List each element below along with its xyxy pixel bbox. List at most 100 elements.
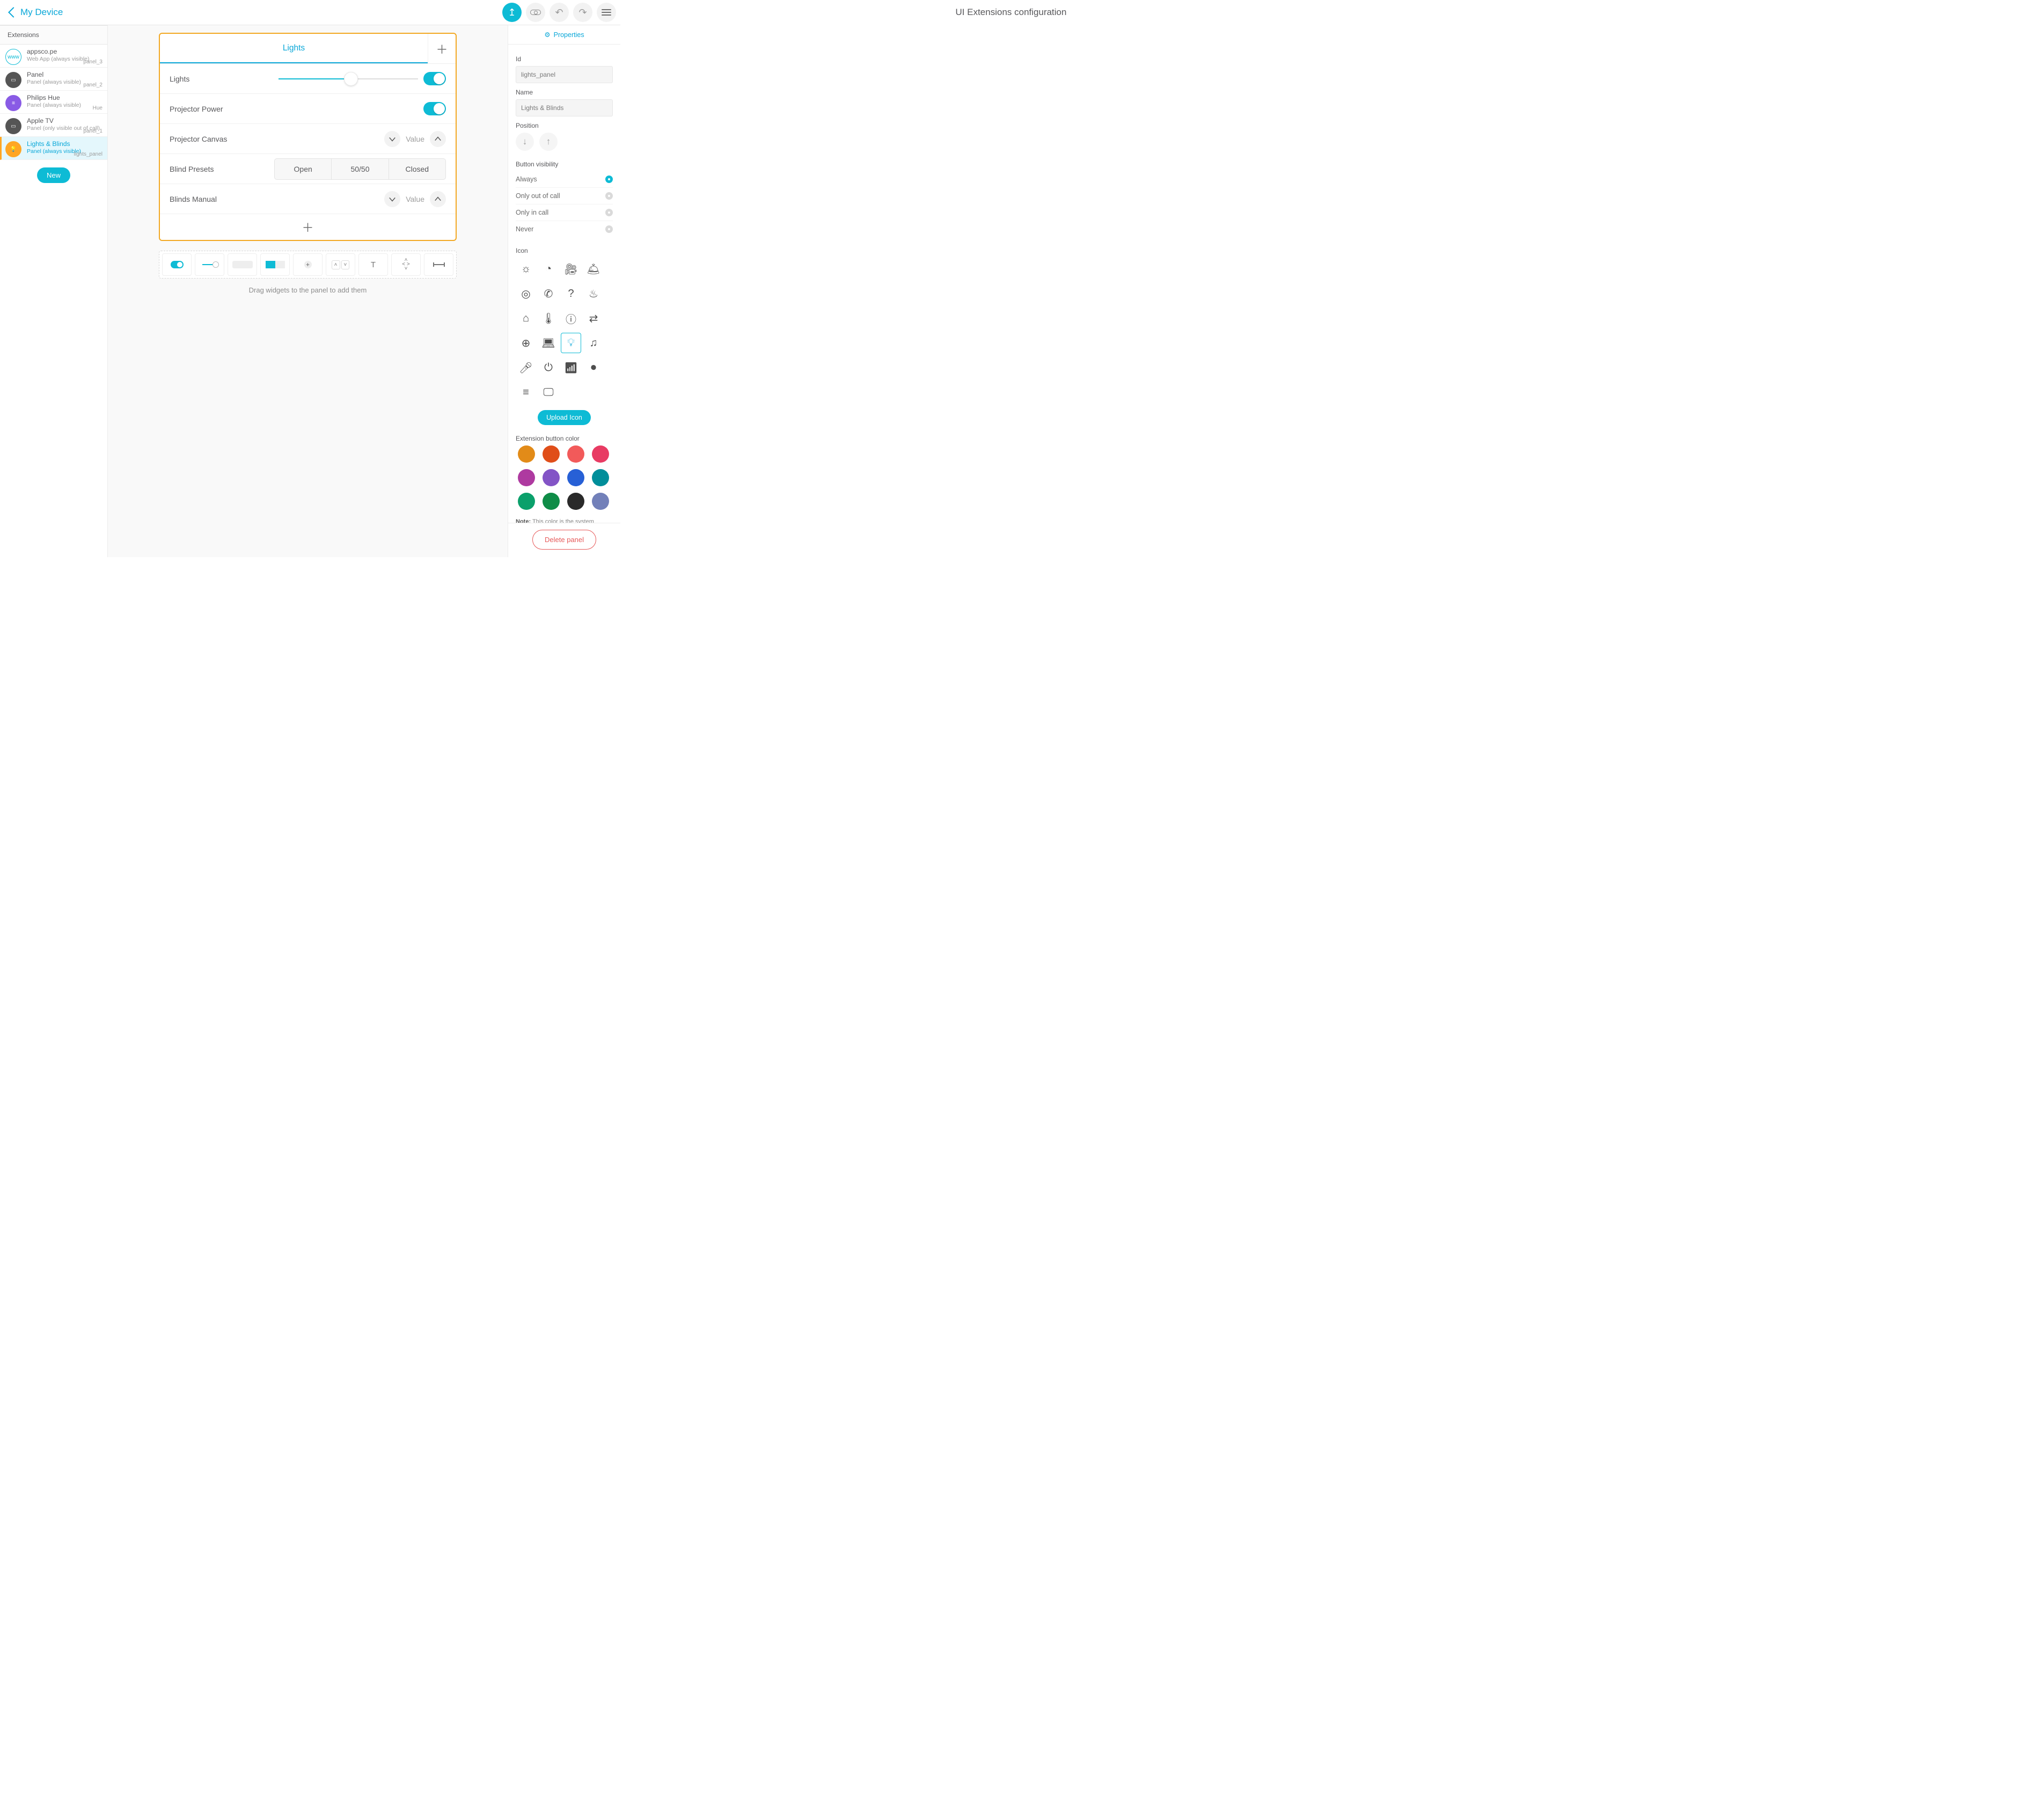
color-swatch[interactable] — [592, 493, 609, 510]
plus-icon: ＋ — [436, 40, 448, 57]
icon-option-temperature[interactable]: 🌡︎ — [538, 308, 559, 328]
color-swatch[interactable] — [518, 469, 535, 486]
back-button[interactable]: My Device — [4, 7, 63, 18]
visibility-option-always[interactable]: Always — [516, 171, 613, 187]
icon-option-concierge[interactable]: 🛎︎ — [583, 259, 604, 279]
sidebar-heading: Extensions — [0, 25, 107, 45]
color-swatch[interactable] — [518, 445, 535, 463]
menu-button[interactable] — [597, 3, 616, 22]
icon-option-lightbulb[interactable]: 💡︎ — [561, 333, 581, 353]
widget-row-group[interactable]: Blind Presets Open 50/50 Closed — [160, 154, 456, 184]
position-down-button[interactable]: ↓ — [516, 133, 534, 151]
palette-hint: Drag widgets to the panel to add them — [249, 286, 367, 294]
icon-option-clock[interactable]: ◔ — [538, 259, 559, 279]
icon-option-proximity[interactable]: 📶︎ — [561, 357, 581, 378]
icon-option-record[interactable]: ⏺︎ — [583, 357, 604, 378]
extension-item-hue[interactable]: ≡ Philips Hue Panel (always visible) Hue — [0, 91, 107, 114]
visibility-option-outcall[interactable]: Only out of call — [516, 187, 613, 204]
new-extension-button[interactable]: New — [37, 167, 70, 183]
palette-spacer[interactable] — [424, 253, 453, 276]
radio-icon — [605, 209, 613, 216]
color-swatch[interactable] — [543, 469, 560, 486]
add-tab-button[interactable]: ＋ — [428, 34, 456, 63]
extension-item-appsco[interactable]: www appsco.pe Web App (always visible) p… — [0, 45, 107, 68]
color-label: Extension button color — [516, 435, 613, 442]
color-swatch[interactable] — [567, 445, 584, 463]
row-label: Projector Canvas — [170, 135, 227, 143]
palette-toggle[interactable] — [162, 253, 192, 276]
undo-icon: ↶ — [555, 8, 563, 17]
spinner-increment[interactable] — [430, 131, 446, 147]
preview-button[interactable] — [526, 3, 545, 22]
slider-lights[interactable] — [279, 78, 418, 79]
upload-icon-button[interactable]: Upload Icon — [538, 410, 591, 425]
icon-option-input[interactable]: ⇄ — [583, 308, 604, 328]
palette-slider[interactable] — [195, 253, 224, 276]
icon-option-disc[interactable]: ◎ — [516, 283, 536, 304]
icon-option-camera[interactable]: 🎥︎ — [561, 259, 581, 279]
id-field[interactable] — [516, 66, 613, 83]
toggle-projector-power[interactable] — [423, 102, 446, 115]
icon-option-home[interactable]: ⌂ — [516, 308, 536, 328]
gear-icon: ⚙ — [544, 31, 550, 39]
icon-option-laptop[interactable]: 💻︎ — [538, 333, 559, 353]
segment-closed[interactable]: Closed — [389, 158, 446, 180]
palette-icon[interactable]: + — [293, 253, 323, 276]
spinner-decrement[interactable] — [384, 191, 400, 207]
toggle-lights[interactable] — [423, 72, 446, 85]
color-swatch[interactable] — [592, 469, 609, 486]
icon-option-brightness[interactable]: ☼ — [516, 259, 536, 279]
icon-option-power[interactable]: ⏻ — [538, 357, 559, 378]
icon-option-media[interactable]: ♫ — [583, 333, 604, 353]
option-label: Only in call — [516, 209, 548, 216]
color-swatch[interactable] — [567, 493, 584, 510]
extension-title: Philips Hue — [27, 94, 102, 102]
properties-tab[interactable]: ⚙ Properties — [508, 25, 620, 45]
upload-icon: ↥ — [508, 8, 516, 17]
color-swatch[interactable] — [543, 493, 560, 510]
icon-option-handset[interactable]: ✆ — [538, 283, 559, 304]
widget-palette: + ˄˅ T ˄˂ ˃˅ — [159, 251, 457, 279]
visibility-option-incall[interactable]: Only in call — [516, 204, 613, 221]
spinner-increment[interactable] — [430, 191, 446, 207]
color-swatch[interactable] — [518, 493, 535, 510]
icon-option-microphone[interactable]: 🎤︎ — [516, 357, 536, 378]
color-swatch[interactable] — [543, 445, 560, 463]
undo-button[interactable]: ↶ — [550, 3, 569, 22]
widget-row-spinner-blinds[interactable]: Blinds Manual Value — [160, 184, 456, 214]
extension-tag: Hue — [93, 105, 102, 111]
position-up-button[interactable]: ↑ — [539, 133, 558, 151]
icon-option-sliders[interactable]: ≡ — [516, 382, 536, 403]
extension-item-appletv[interactable]: ▭ Apple TV Panel (only visible out of ca… — [0, 114, 107, 137]
icon-option-help[interactable]: ? — [561, 283, 581, 304]
visibility-option-never[interactable]: Never — [516, 221, 613, 237]
segment-5050[interactable]: 50/50 — [332, 158, 389, 180]
palette-spinner[interactable]: ˄˅ — [326, 253, 355, 276]
name-field[interactable] — [516, 99, 613, 116]
redo-button[interactable]: ↷ — [573, 3, 592, 22]
palette-text[interactable]: T — [358, 253, 388, 276]
radio-icon — [605, 192, 613, 200]
extension-item-panel[interactable]: ▭ Panel Panel (always visible) panel_2 — [0, 68, 107, 91]
segment-open[interactable]: Open — [274, 158, 332, 180]
delete-panel-button[interactable]: Delete panel — [532, 530, 596, 550]
icon-option-language[interactable]: ⊕ — [516, 333, 536, 353]
back-label: My Device — [20, 7, 63, 18]
palette-dpad[interactable]: ˄˂ ˃˅ — [391, 253, 421, 276]
icon-option-info[interactable]: ⓘ — [561, 308, 581, 328]
widget-row-toggle[interactable]: Projector Power — [160, 94, 456, 124]
widget-row-slider[interactable]: Lights — [160, 64, 456, 94]
export-button[interactable]: ↥ — [502, 3, 522, 22]
add-widget-button[interactable]: ＋ — [160, 214, 456, 240]
widget-row-spinner[interactable]: Projector Canvas Value — [160, 124, 456, 154]
icon-option-tv[interactable]: 🖵 — [538, 382, 559, 403]
color-swatch[interactable] — [592, 445, 609, 463]
option-label: Never — [516, 225, 533, 233]
extension-item-lights[interactable]: 💡 Lights & Blinds Panel (always visible)… — [0, 137, 107, 160]
panel-tab-lights[interactable]: Lights — [160, 34, 428, 63]
color-swatch[interactable] — [567, 469, 584, 486]
palette-button[interactable] — [228, 253, 257, 276]
spinner-decrement[interactable] — [384, 131, 400, 147]
icon-option-hvac[interactable]: ♨︎ — [583, 283, 604, 304]
palette-group[interactable] — [260, 253, 290, 276]
